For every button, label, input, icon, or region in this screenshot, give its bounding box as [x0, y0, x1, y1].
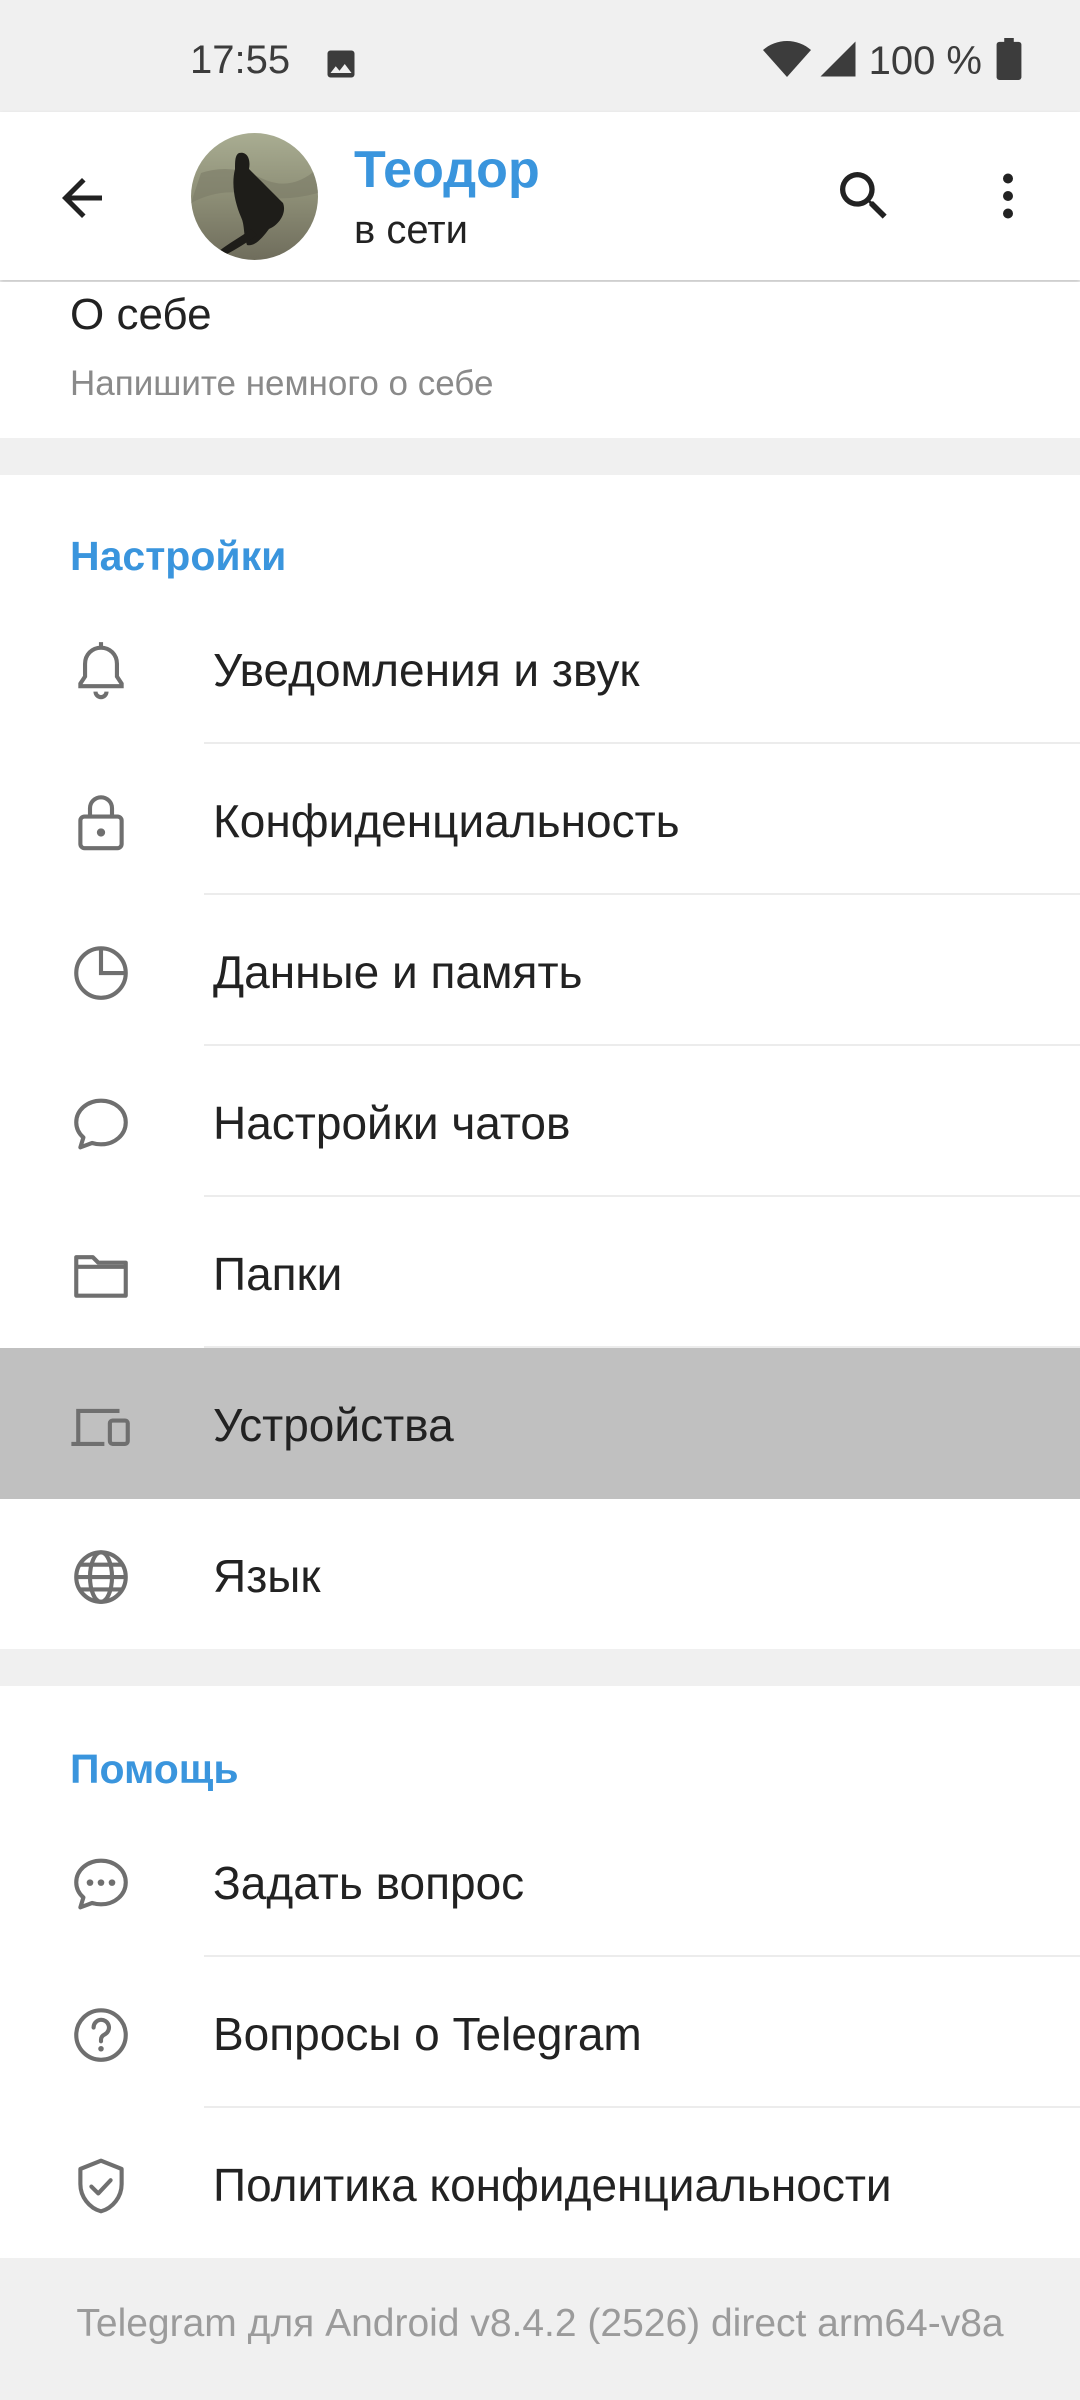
- settings-item-label: Настройки чатов: [213, 1097, 571, 1149]
- help-item-label: Задать вопрос: [213, 1857, 525, 1909]
- search-icon: [840, 172, 887, 219]
- devices-icon: [68, 1393, 134, 1459]
- chat-bubble-icon: [68, 1091, 134, 1157]
- status-time: 17:55: [190, 38, 291, 82]
- folder-icon: [68, 1242, 134, 1308]
- data-pie-icon: [68, 940, 134, 1006]
- help-section: Помощь Задать вопрос Вопросы о Telegram …: [0, 1686, 1080, 2258]
- shield-check-icon: [68, 2153, 134, 2219]
- settings-item-label: Конфиденциальность: [213, 795, 680, 847]
- profile-name: Теодор: [354, 141, 540, 199]
- cell-signal-icon: [817, 38, 859, 85]
- settings-item-label: Папки: [213, 1248, 343, 1300]
- settings-item-data-storage[interactable]: Данные и память: [0, 895, 1080, 1046]
- arrow-back-icon: [62, 178, 102, 218]
- help-item-privacy-policy[interactable]: Политика конфиденциальности: [0, 2108, 1080, 2259]
- app-version: Telegram для Android v8.4.2 (2526) direc…: [76, 2302, 1004, 2345]
- gallery-notification-icon: [323, 46, 359, 87]
- settings-item-devices[interactable]: Устройства: [0, 1348, 1080, 1499]
- settings-item-language[interactable]: Язык: [0, 1499, 1080, 1650]
- online-status: в сети: [354, 208, 468, 252]
- help-item-ask-question[interactable]: Задать вопрос: [0, 1806, 1080, 1957]
- settings-item-label: Данные и память: [213, 946, 583, 998]
- section-header-settings: Настройки: [70, 533, 287, 579]
- help-item-label: Вопросы о Telegram: [213, 2008, 642, 2060]
- settings-item-label: Уведомления и звук: [213, 644, 640, 696]
- bell-icon: [68, 638, 134, 704]
- help-item-label: Политика конфиденциальности: [213, 2159, 892, 2211]
- more-vertical-icon: [1003, 173, 1013, 219]
- section-header-help: Помощь: [70, 1746, 239, 1792]
- profile-header: Теодор в сети: [0, 112, 1080, 280]
- lock-icon: [68, 789, 134, 855]
- settings-item-label: Устройства: [213, 1399, 454, 1451]
- search-button[interactable]: [832, 164, 896, 228]
- battery-percent: 100 %: [868, 39, 982, 83]
- settings-item-label: Язык: [213, 1550, 321, 1602]
- ask-question-icon: [68, 1851, 134, 1917]
- help-circle-icon: [68, 2002, 134, 2068]
- status-bar: 17:55 100 %: [0, 0, 1080, 112]
- avatar-photo: [191, 133, 318, 260]
- settings-item-notifications[interactable]: Уведомления и звук: [0, 593, 1080, 744]
- about-section[interactable]: О себе Напишите немного о себе: [0, 282, 1080, 438]
- wifi-icon: [762, 39, 811, 84]
- avatar[interactable]: [191, 133, 318, 260]
- about-hint: Напишите немного о себе: [70, 364, 494, 403]
- help-item-telegram-faq[interactable]: Вопросы о Telegram: [0, 1957, 1080, 2108]
- settings-section: Настройки Уведомления и звук Конфиденциа…: [0, 475, 1080, 1649]
- battery-icon: [996, 38, 1022, 85]
- back-button[interactable]: [52, 168, 112, 228]
- settings-item-chat-settings[interactable]: Настройки чатов: [0, 1046, 1080, 1197]
- settings-item-folders[interactable]: Папки: [0, 1197, 1080, 1348]
- about-title: О себе: [70, 290, 212, 339]
- globe-icon: [68, 1544, 134, 1610]
- settings-item-privacy[interactable]: Конфиденциальность: [0, 744, 1080, 895]
- more-options-button[interactable]: [978, 164, 1038, 228]
